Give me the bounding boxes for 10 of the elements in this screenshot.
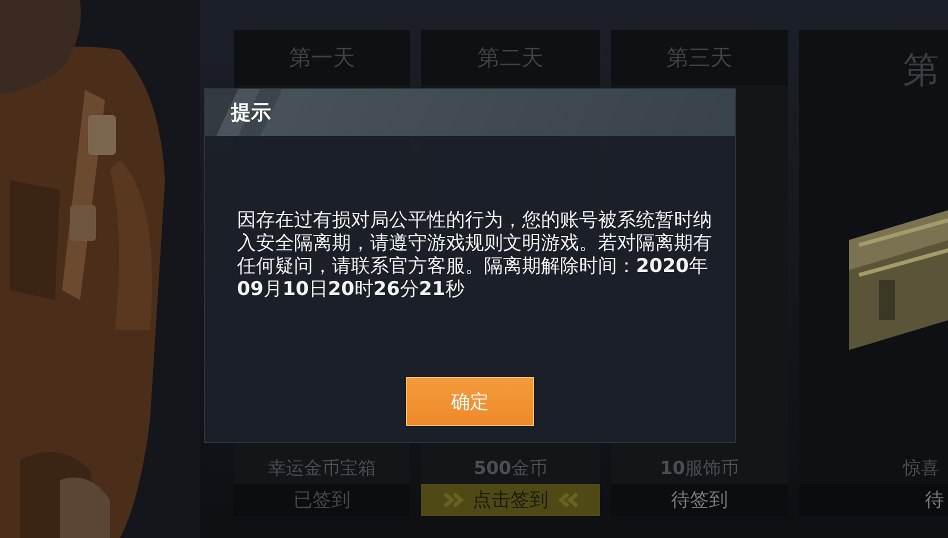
dialog-title: 提示 <box>205 89 735 136</box>
sign-in-status[interactable]: 待 <box>799 484 948 516</box>
reward-label: 10服饰币 <box>658 456 740 481</box>
chevron-icon <box>442 493 466 507</box>
reward-label: 惊喜 <box>902 457 940 481</box>
sign-in-status[interactable]: 待签到 <box>611 484 788 516</box>
confirm-button[interactable]: 确定 <box>406 377 534 426</box>
reward-label: 幸运金币宝箱 <box>267 457 377 481</box>
sign-in-status[interactable]: 已签到 <box>234 484 410 516</box>
reward-label: 500金币 <box>472 456 548 481</box>
